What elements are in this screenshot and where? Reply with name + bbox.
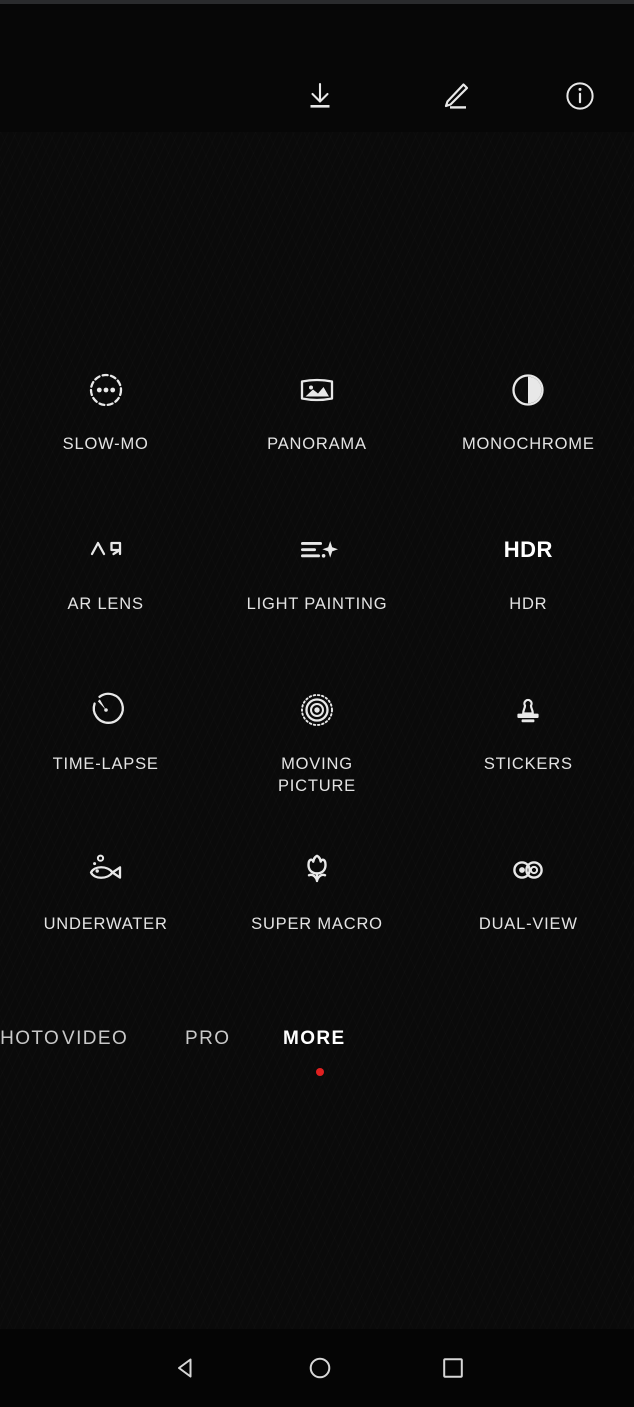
monochrome-icon: [493, 361, 563, 419]
super-macro-flower-icon: [282, 841, 352, 899]
mode-row: TIME-LAPSE MOVING PICTURE STICKERS: [0, 675, 634, 835]
mode-label: SLOW-MO: [62, 435, 149, 453]
mode-item-super-macro[interactable]: SUPER MACRO: [211, 835, 422, 995]
hdr-icon: HDR: [493, 521, 563, 579]
status-bar-strip: [0, 0, 634, 4]
mode-tab-more[interactable]: MORE: [283, 1028, 346, 1050]
mode-row: AR LENS LIGHT PAINTING HDR HDR: [0, 515, 634, 675]
stickers-stamp-icon: [493, 681, 563, 739]
mode-label: SUPER MACRO: [251, 915, 383, 933]
mode-tab-pro[interactable]: PRO: [185, 1028, 230, 1050]
mode-label: UNDERWATER: [43, 915, 168, 933]
mode-item-stickers[interactable]: STICKERS: [423, 675, 634, 835]
info-icon[interactable]: [550, 66, 610, 126]
camera-more-screen: SLOW-MO PANORAMA MONOCHROME AR LENS LIGH…: [0, 0, 634, 1407]
mode-item-monochrome[interactable]: MONOCHROME: [423, 355, 634, 515]
light-painting-icon: [282, 521, 352, 579]
download-icon[interactable]: [290, 66, 350, 126]
top-toolbar: [0, 4, 634, 132]
mode-item-ar-lens[interactable]: AR LENS: [0, 515, 211, 675]
dual-view-icon: [493, 841, 563, 899]
mode-row: SLOW-MO PANORAMA MONOCHROME: [0, 355, 634, 515]
active-mode-indicator-dot: [316, 1068, 324, 1076]
mode-item-underwater[interactable]: UNDERWATER: [0, 835, 211, 995]
time-lapse-icon: [71, 681, 141, 739]
mode-tab-video[interactable]: VIDEO: [62, 1028, 128, 1050]
mode-label: MONOCHROME: [461, 435, 595, 453]
slow-motion-icon: [71, 361, 141, 419]
mode-item-moving-picture[interactable]: MOVING PICTURE: [211, 675, 422, 835]
moving-picture-icon: [282, 681, 352, 739]
more-modes-grid: SLOW-MO PANORAMA MONOCHROME AR LENS LIGH…: [0, 355, 634, 995]
mode-item-hdr[interactable]: HDR HDR: [423, 515, 634, 675]
android-navigation-bar: [0, 1329, 634, 1407]
mode-label: PANORAMA: [267, 435, 367, 453]
mode-row: UNDERWATER SUPER MACRO DUAL-VIEW: [0, 835, 634, 995]
mode-label: DUAL-VIEW: [478, 915, 578, 933]
mode-label: STICKERS: [483, 755, 573, 773]
hdr-glyph: HDR: [503, 537, 553, 562]
mode-item-panorama[interactable]: PANORAMA: [211, 355, 422, 515]
ar-lens-icon: [71, 521, 141, 579]
panorama-icon: [282, 361, 352, 419]
mode-label: LIGHT PAINTING: [246, 595, 388, 613]
mode-tab-photo[interactable]: PHOTO: [0, 1028, 60, 1050]
underwater-fish-icon: [71, 841, 141, 899]
mode-item-dual-view[interactable]: DUAL-VIEW: [423, 835, 634, 995]
camera-mode-tabs: PHOTO VIDEO PRO MORE: [0, 1028, 634, 1090]
mode-item-slow-mo[interactable]: SLOW-MO: [0, 355, 211, 515]
recents-button-icon[interactable]: [423, 1347, 483, 1389]
mode-label: AR LENS: [67, 595, 144, 613]
back-button-icon[interactable]: [156, 1347, 216, 1389]
mode-item-light-painting[interactable]: LIGHT PAINTING: [211, 515, 422, 675]
mode-label: MOVING PICTURE: [277, 755, 356, 795]
mode-label: HDR: [509, 595, 548, 613]
mode-label: TIME-LAPSE: [52, 755, 159, 773]
mode-item-time-lapse[interactable]: TIME-LAPSE: [0, 675, 211, 835]
edit-pencil-icon[interactable]: [425, 66, 485, 126]
home-button-icon[interactable]: [290, 1347, 350, 1389]
